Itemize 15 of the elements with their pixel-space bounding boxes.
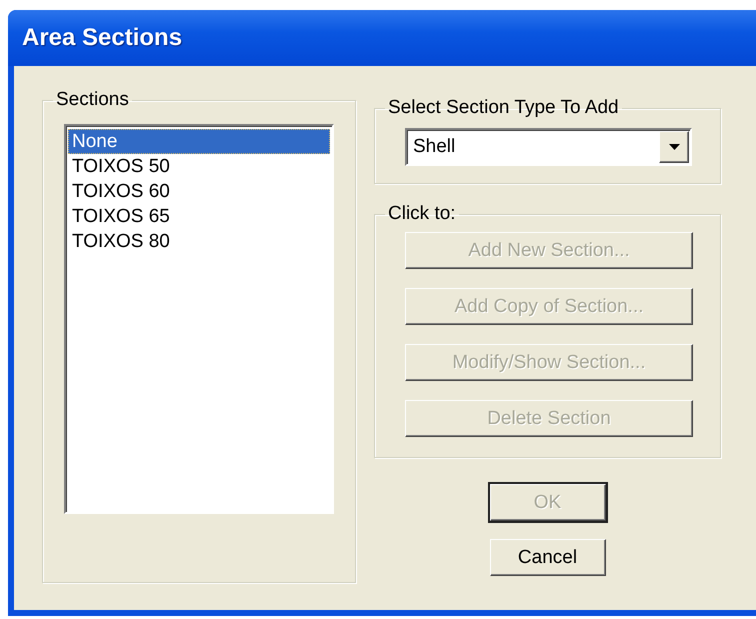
sections-list[interactable]: None TOIXOS 50 TOIXOS 60 TOIXOS 65 TOIXOS 80 (64, 124, 334, 514)
group-label: Sections (55, 90, 130, 110)
list-item[interactable]: TOIXOS 80 (68, 229, 330, 254)
dropdown-value: Shell (412, 136, 456, 158)
list-item[interactable]: None (68, 129, 330, 154)
list-item[interactable]: TOIXOS 65 (68, 204, 330, 229)
group-label: Select Section Type To Add (387, 98, 620, 118)
section-type-dropdown[interactable]: Shell (405, 128, 692, 166)
window-title: Area Sections (21, 24, 182, 52)
dropdown-button[interactable] (659, 131, 689, 163)
group-label: Click to: (387, 204, 457, 224)
dialog-button[interactable]: Cancel (490, 539, 606, 576)
list-item[interactable]: TOIXOS 50 (68, 154, 330, 179)
caret-icon (668, 144, 680, 150)
list-item[interactable]: TOIXOS 60 (68, 179, 330, 204)
